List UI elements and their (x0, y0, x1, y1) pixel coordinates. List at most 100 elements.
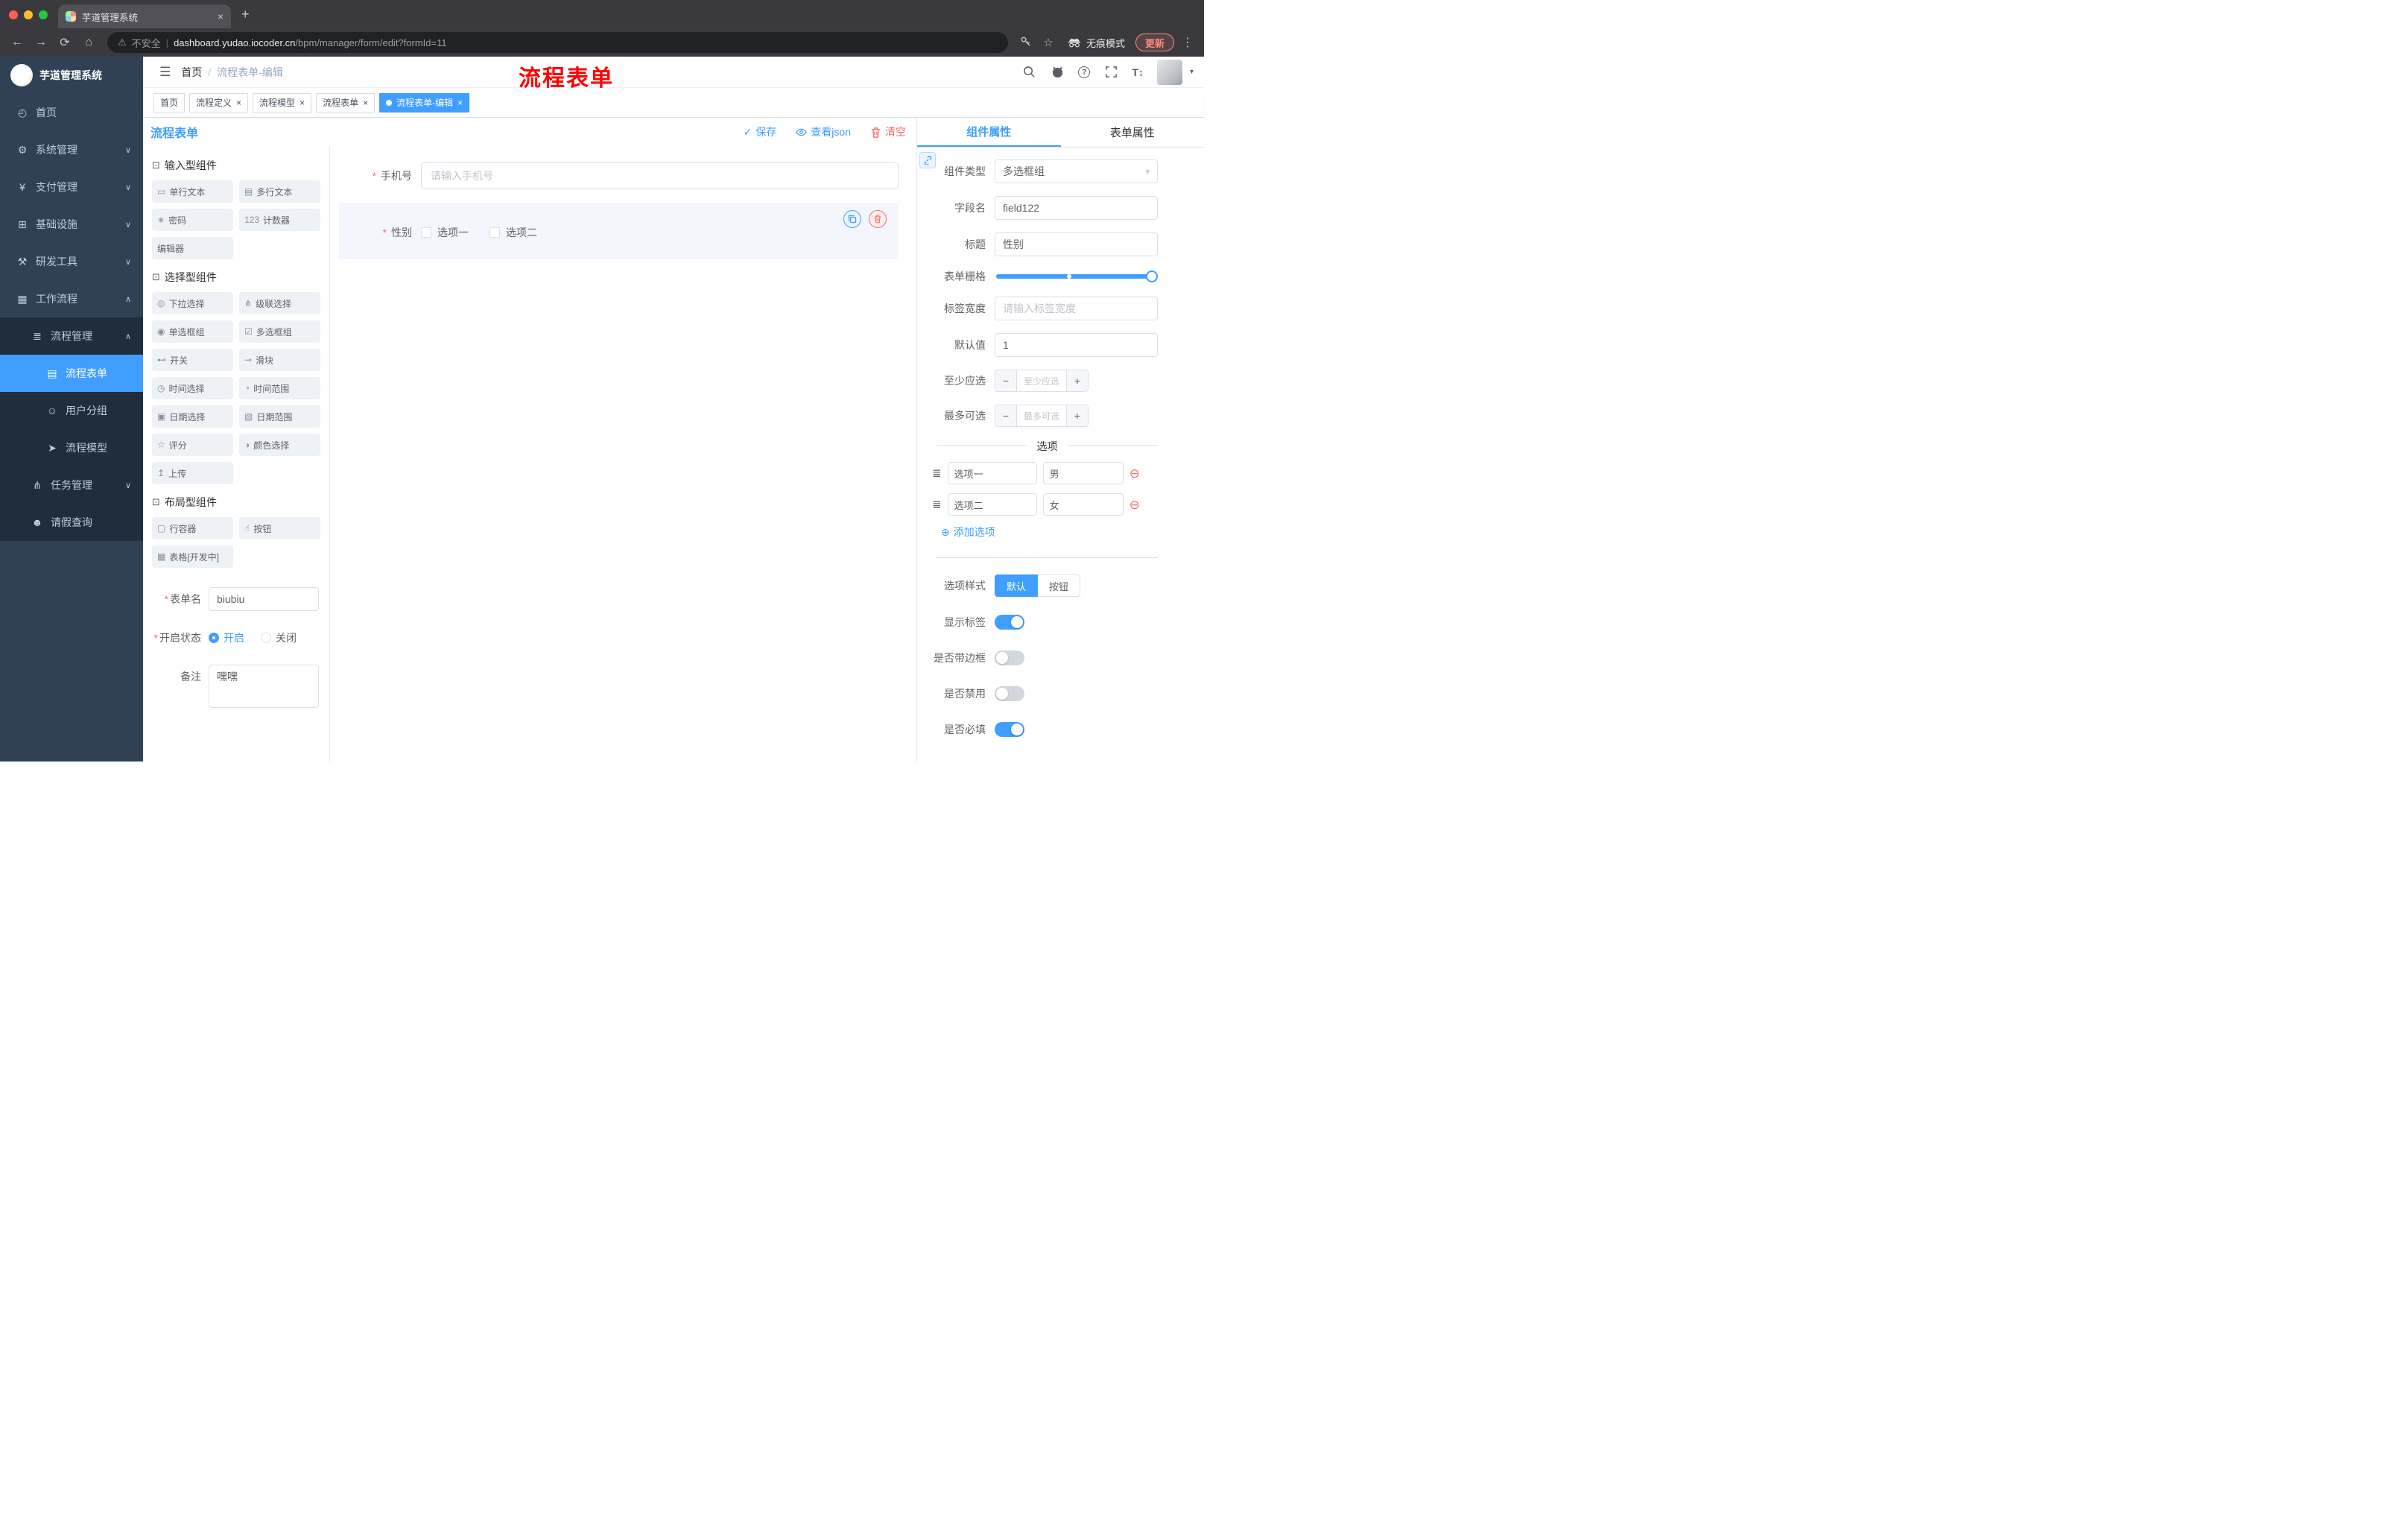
component-single-text[interactable]: ▭ 单行文本 (152, 180, 233, 203)
option-value-input[interactable] (1042, 493, 1124, 516)
sidebar-item-process-model[interactable]: ➤ 流程模型 (0, 429, 143, 466)
browser-tab[interactable]: 芋道管理系统 × (58, 4, 231, 28)
delete-field-button[interactable] (869, 210, 887, 228)
slider-handle[interactable] (1146, 270, 1158, 282)
component-date-range[interactable]: ▧ 日期范围 (239, 405, 320, 428)
tag-close-icon[interactable]: × (363, 98, 368, 108)
sidebar-item-task-mgmt[interactable]: ⋔ 任务管理 ∨ (0, 466, 143, 504)
password-key-icon[interactable] (1017, 36, 1035, 50)
gender-field-selected[interactable]: * 性别 选项一 选项二 (339, 203, 899, 259)
style-button-button[interactable]: 按钮 (1038, 574, 1081, 597)
border-switch[interactable] (995, 650, 1024, 665)
style-default-button[interactable]: 默认 (995, 574, 1039, 597)
stepper-plus-button[interactable]: + (1067, 370, 1088, 391)
status-on-radio[interactable]: 开启 (209, 630, 244, 645)
tag-close-icon[interactable]: × (236, 98, 241, 108)
add-option-button[interactable]: ⊕ 添加选项 (941, 525, 1158, 539)
view-json-button[interactable]: 查看json (796, 124, 851, 139)
github-icon[interactable] (1050, 65, 1065, 80)
new-tab-button[interactable]: + (241, 7, 250, 22)
remove-option-icon[interactable]: ⊖ (1129, 498, 1140, 511)
stepper-minus-button[interactable]: − (995, 405, 1016, 426)
component-table[interactable]: ▦ 表格[开发中] (152, 545, 233, 568)
home-icon[interactable]: ⌂ (79, 36, 98, 49)
menu-fold-icon[interactable]: ☰ (143, 65, 181, 80)
disabled-switch[interactable] (995, 686, 1024, 701)
form-name-input[interactable] (209, 587, 319, 611)
max-select-placeholder[interactable]: 最多可选 (1016, 405, 1067, 426)
show-label-switch[interactable] (995, 615, 1024, 630)
component-upload[interactable]: ↥ 上传 (152, 462, 233, 484)
clear-button[interactable]: 清空 (870, 124, 906, 139)
sidebar-item-leave-query[interactable]: ☻ 请假查询 (0, 504, 143, 541)
min-select-placeholder[interactable]: 至少应选 (1016, 370, 1067, 391)
field-name-input[interactable] (995, 196, 1158, 220)
update-button[interactable]: 更新 (1135, 34, 1174, 51)
save-button[interactable]: ✓ 保存 (744, 124, 777, 139)
copy-field-button[interactable] (843, 210, 861, 228)
minimize-window-button[interactable] (24, 10, 33, 19)
tag-process-form-edit[interactable]: 流程表单-编辑 × (379, 92, 470, 113)
address-bar[interactable]: ⚠ 不安全 | dashboard.yudao.iocoder.cn/bpm/m… (107, 32, 1008, 53)
required-switch[interactable] (995, 722, 1024, 737)
component-color-picker[interactable]: ◑ 颜色选择 (239, 434, 320, 456)
component-slider[interactable]: ⊸ 滑块 (239, 349, 320, 371)
sidebar-item-infra[interactable]: ⊞ 基础设施 ∨ (0, 206, 143, 243)
gender-option-2[interactable]: 选项二 (489, 225, 537, 240)
phone-field-row[interactable]: * 手机号 (339, 156, 899, 195)
component-type-select[interactable]: 多选框组 ▾ (995, 159, 1158, 183)
sidebar-item-process-form[interactable]: ▤ 流程表单 (0, 355, 143, 392)
component-switch[interactable]: ⊷ 开关 (152, 349, 233, 371)
search-icon[interactable] (1021, 65, 1036, 80)
sidebar-item-system[interactable]: ⚙ 系统管理 ∨ (0, 131, 143, 168)
stepper-plus-button[interactable]: + (1067, 405, 1088, 426)
sidebar-item-devtools[interactable]: ⚒ 研发工具 ∨ (0, 243, 143, 280)
help-icon[interactable]: ? (1078, 66, 1091, 78)
label-width-input[interactable] (995, 297, 1158, 320)
title-input[interactable] (995, 232, 1158, 256)
component-counter[interactable]: 123 计数器 (239, 209, 320, 231)
tab-form-props[interactable]: 表单属性 (1061, 118, 1205, 147)
tag-process-form[interactable]: 流程表单 × (316, 92, 376, 113)
sidebar-item-home[interactable]: ◴ 首页 (0, 94, 143, 131)
sidebar-item-process-mgmt[interactable]: ≣ 流程管理 ∧ (0, 317, 143, 355)
component-time-range[interactable]: ◔ 时间范围 (239, 377, 320, 399)
option-label-input[interactable] (947, 462, 1037, 484)
grid-slider[interactable] (996, 270, 1158, 282)
component-rate[interactable]: ☆ 评分 (152, 434, 233, 456)
component-checkbox-group[interactable]: ☑ 多选框组 (239, 320, 320, 343)
gender-option-1[interactable]: 选项一 (421, 225, 469, 240)
font-size-icon[interactable]: T↕ (1132, 66, 1144, 78)
tab-component-props[interactable]: 组件属性 (917, 118, 1061, 147)
remove-option-icon[interactable]: ⊖ (1129, 467, 1140, 480)
security-label[interactable]: 不安全 (132, 36, 161, 50)
zoom-window-button[interactable] (39, 10, 48, 19)
fullscreen-icon[interactable] (1103, 65, 1118, 80)
avatar-caret-icon[interactable]: ▾ (1190, 68, 1194, 76)
close-window-button[interactable] (9, 10, 18, 19)
component-password[interactable]: ∗ 密码 (152, 209, 233, 231)
phone-input[interactable] (421, 162, 899, 189)
default-value-input[interactable] (995, 333, 1158, 357)
reload-icon[interactable]: ⟳ (55, 35, 75, 50)
component-row-container[interactable]: ▢ 行容器 (152, 517, 233, 539)
component-cascader[interactable]: ⋔ 级联选择 (239, 292, 320, 314)
component-radio-group[interactable]: ◉ 单选框组 (152, 320, 233, 343)
tag-home[interactable]: 首页 (153, 92, 186, 113)
option-value-input[interactable] (1042, 462, 1124, 484)
drag-handle-icon[interactable]: ≣ (932, 498, 942, 511)
form-remark-textarea[interactable]: 嘿嘿 (209, 665, 319, 708)
tab-close-icon[interactable]: × (218, 10, 224, 22)
component-multi-text[interactable]: ▤ 多行文本 (239, 180, 320, 203)
back-icon[interactable]: ← (7, 36, 27, 49)
drag-handle-icon[interactable]: ≣ (932, 466, 942, 480)
component-date-picker[interactable]: ▣ 日期选择 (152, 405, 233, 428)
tag-process-definition[interactable]: 流程定义 × (189, 92, 249, 113)
bookmark-star-icon[interactable]: ☆ (1039, 36, 1057, 49)
component-dropdown[interactable]: ◎ 下拉选择 (152, 292, 233, 314)
link-fab-button[interactable] (919, 152, 936, 168)
browser-menu-icon[interactable]: ⋮ (1179, 35, 1197, 50)
component-time-picker[interactable]: ◷ 时间选择 (152, 377, 233, 399)
stepper-minus-button[interactable]: − (995, 370, 1016, 391)
tag-process-model[interactable]: 流程模型 × (253, 92, 312, 113)
